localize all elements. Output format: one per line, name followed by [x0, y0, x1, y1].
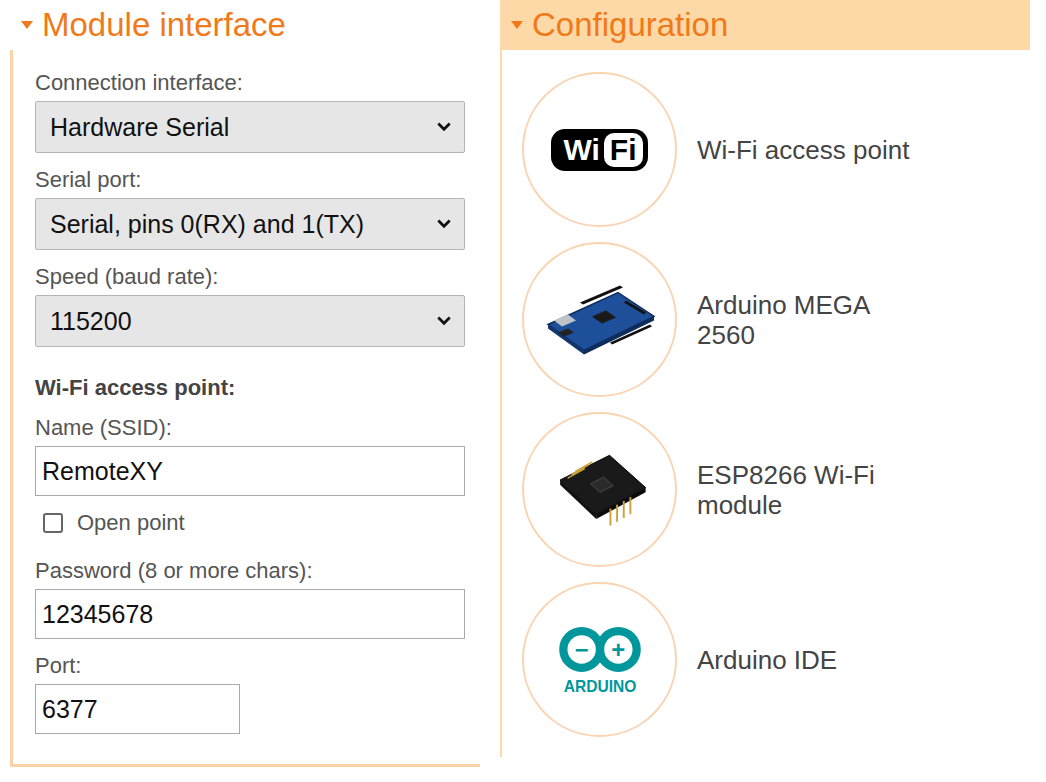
config-item[interactable]: Arduino MEGA 2560 — [522, 242, 1030, 397]
expand-arrow-icon — [510, 20, 524, 30]
select-field: Serial port: Serial, pins 0(RX) and 1(TX… — [35, 167, 465, 250]
select-field: Connection interface: Hardware Serial — [35, 70, 465, 153]
field-label: Port: — [35, 653, 465, 679]
config-label: Wi-Fi access point — [697, 135, 909, 165]
field-label: Password (8 or more chars): — [35, 558, 465, 584]
field-label: Name (SSID): — [35, 415, 465, 441]
text-input[interactable]: 12345678 — [35, 589, 465, 639]
panel-title: Module interface — [42, 5, 286, 45]
esp8266-module-icon — [540, 442, 660, 537]
expand-arrow-icon — [20, 20, 34, 30]
select-value: 115200 — [50, 307, 428, 336]
input-field: Name (SSID): RemoteXY — [35, 415, 465, 496]
config-circle[interactable]: −+ ARDUINO — [522, 582, 677, 737]
module-interface-header[interactable]: Module interface — [10, 0, 480, 50]
svg-text:+: + — [611, 636, 625, 663]
select-field: Speed (baud rate): 115200 — [35, 264, 465, 347]
config-label: Arduino MEGA 2560 — [697, 290, 927, 350]
chevron-down-icon — [436, 315, 452, 327]
config-circle[interactable] — [522, 412, 677, 567]
svg-text:−: − — [574, 636, 588, 663]
checkbox-label: Open point — [77, 510, 185, 536]
config-label: ESP8266 Wi-Fi module — [697, 460, 927, 520]
field-label: Serial port: — [35, 167, 465, 193]
configuration-body: Wi Fi Wi-Fi access point Arduino MEGA 25… — [500, 50, 1030, 757]
logo-text: Wi — [563, 133, 599, 167]
config-circle[interactable]: Wi Fi — [522, 72, 677, 227]
input-field: Password (8 or more chars): 12345678 — [35, 558, 465, 639]
select-value: Serial, pins 0(RX) and 1(TX) — [50, 210, 428, 239]
select-box[interactable]: Serial, pins 0(RX) and 1(TX) — [35, 198, 465, 250]
arduino-logo-icon: −+ ARDUINO — [545, 617, 655, 702]
wifi-logo-icon: Wi Fi — [551, 129, 647, 171]
section-title: Wi-Fi access point: — [35, 375, 465, 401]
config-circle[interactable] — [522, 242, 677, 397]
config-item[interactable]: Wi Fi Wi-Fi access point — [522, 72, 1030, 227]
select-value: Hardware Serial — [50, 113, 428, 142]
configuration-panel: Configuration Wi Fi Wi-Fi access point A… — [500, 0, 1030, 757]
select-box[interactable]: Hardware Serial — [35, 101, 465, 153]
checkbox[interactable] — [43, 513, 63, 533]
page: Module interface Connection interface: H… — [0, 0, 1046, 782]
text-input[interactable]: RemoteXY — [35, 446, 465, 496]
panel-title: Configuration — [532, 5, 728, 45]
input-field: Port: 6377 — [35, 653, 465, 734]
checkbox-row[interactable]: Open point — [35, 508, 465, 538]
module-interface-panel: Module interface Connection interface: H… — [10, 0, 480, 767]
svg-text:ARDUINO: ARDUINO — [563, 678, 636, 695]
config-label: Arduino IDE — [697, 645, 837, 675]
arduino-mega-board-icon — [540, 272, 660, 367]
text-input[interactable]: 6377 — [35, 684, 240, 734]
module-interface-body: Connection interface: Hardware Serial Se… — [10, 50, 480, 767]
logo-text: Fi — [604, 133, 643, 167]
config-item[interactable]: ESP8266 Wi-Fi module — [522, 412, 1030, 567]
chevron-down-icon — [436, 121, 452, 133]
field-label: Speed (baud rate): — [35, 264, 465, 290]
chevron-down-icon — [436, 218, 452, 230]
configuration-header[interactable]: Configuration — [500, 0, 1030, 50]
select-box[interactable]: 115200 — [35, 295, 465, 347]
field-label: Connection interface: — [35, 70, 465, 96]
config-item[interactable]: −+ ARDUINO Arduino IDE — [522, 582, 1030, 737]
